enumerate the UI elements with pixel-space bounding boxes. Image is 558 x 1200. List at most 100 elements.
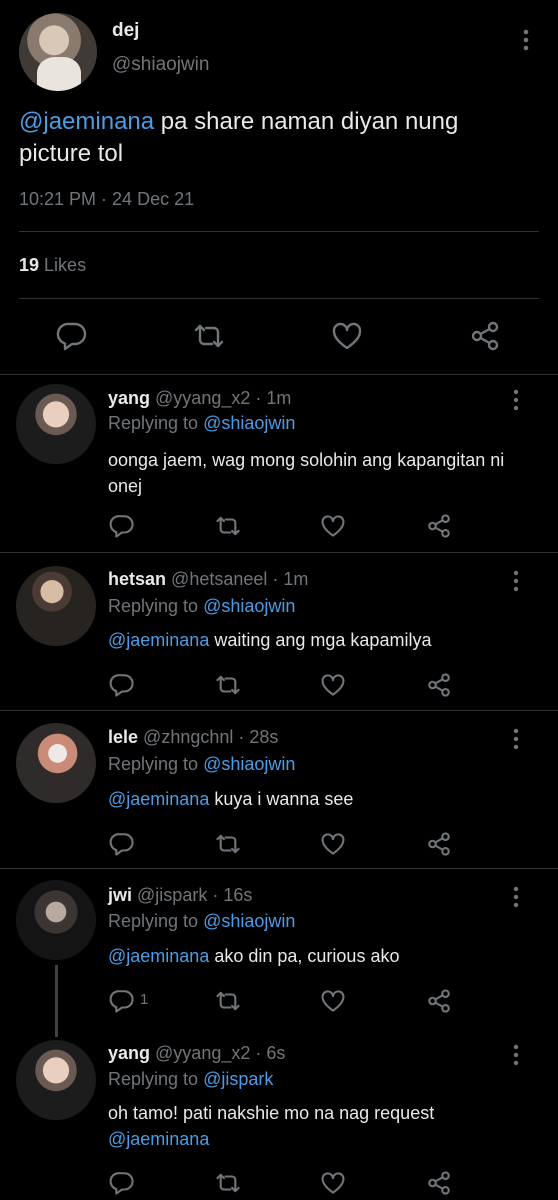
reply-icon[interactable] — [106, 669, 138, 701]
display-name[interactable]: yang — [108, 1043, 150, 1063]
share-icon[interactable] — [423, 510, 455, 542]
handle[interactable]: @zhngchnl — [143, 727, 233, 747]
timestamp[interactable]: 10:21 PM · 24 Dec 21 — [19, 189, 194, 210]
replying-to: Replying to @jispark — [108, 1069, 273, 1090]
reply-tweet[interactable]: hetsan @hetsaneel · 1m Replying to @shia… — [0, 553, 558, 710]
more-vertical-icon[interactable] — [508, 569, 524, 593]
avatar[interactable] — [16, 384, 96, 464]
mention-link[interactable]: @jaeminana — [19, 108, 154, 135]
tweet-text: @jaeminana pa share naman diyan nung pic… — [19, 106, 529, 170]
replying-prefix: Replying to — [108, 413, 204, 433]
handle[interactable]: @jispark — [137, 885, 207, 905]
reply-text: oh tamo! pati nakshie mo na nag request @… — [108, 1100, 528, 1152]
reply-tweet[interactable]: lele @zhngchnl · 28s Replying to @shiaoj… — [0, 711, 558, 868]
replying-to: Replying to @shiaojwin — [108, 754, 295, 775]
replying-prefix: Replying to — [108, 754, 204, 774]
heart-icon[interactable] — [317, 985, 349, 1017]
replying-to: Replying to @shiaojwin — [108, 596, 295, 617]
heart-icon[interactable] — [317, 510, 349, 542]
mention-link[interactable]: @jaeminana — [108, 946, 209, 966]
retweet-icon[interactable] — [212, 1167, 244, 1199]
reply-text: @jaeminana waiting ang mga kapamilya — [108, 627, 528, 653]
reply-icon[interactable] — [106, 1167, 138, 1199]
display-name[interactable]: dej — [112, 20, 139, 42]
avatar[interactable] — [19, 13, 97, 91]
avatar[interactable] — [16, 723, 96, 803]
reply-header: hetsan @hetsaneel · 1m — [108, 569, 308, 590]
replying-to: Replying to @shiaojwin — [108, 911, 295, 932]
handle[interactable]: @hetsaneel — [171, 569, 267, 589]
reply-time: · 28s — [233, 727, 279, 747]
heart-icon[interactable] — [317, 669, 349, 701]
more-vertical-icon[interactable] — [508, 388, 524, 412]
display-name[interactable]: yang — [108, 388, 150, 408]
avatar[interactable] — [16, 566, 96, 646]
reply-icon[interactable] — [106, 828, 138, 860]
reply-header: yang @yyang_x2 · 6s — [108, 1043, 285, 1064]
more-vertical-icon[interactable] — [518, 28, 534, 52]
more-vertical-icon[interactable] — [508, 727, 524, 751]
reply-text: oonga jaem, wag mong solohin ang kapangi… — [108, 450, 505, 496]
reply-icon[interactable] — [106, 510, 138, 542]
likes-stat[interactable]: 19 Likes — [19, 255, 86, 276]
handle[interactable]: @shiaojwin — [112, 54, 209, 76]
more-vertical-icon[interactable] — [508, 885, 524, 909]
action-bar — [0, 316, 558, 358]
handle[interactable]: @yyang_x2 — [155, 1043, 250, 1063]
reply-body: oh tamo! pati nakshie mo na nag request — [108, 1103, 435, 1123]
avatar[interactable] — [16, 1040, 96, 1120]
heart-icon[interactable] — [327, 316, 367, 356]
avatar[interactable] — [16, 880, 96, 960]
reply-header: jwi @jispark · 16s — [108, 885, 252, 906]
share-icon[interactable] — [465, 316, 505, 356]
heart-icon[interactable] — [317, 1167, 349, 1199]
retweet-icon[interactable] — [212, 510, 244, 542]
reply-body: waiting ang mga kapamilya — [209, 630, 432, 650]
display-name[interactable]: hetsan — [108, 569, 166, 589]
reply-tweet[interactable]: jwi @jispark · 16s Replying to @shiaojwi… — [0, 869, 558, 1026]
replying-to-link[interactable]: @shiaojwin — [203, 754, 295, 774]
retweet-icon[interactable] — [212, 985, 244, 1017]
mention-link[interactable]: @jaeminana — [108, 1129, 209, 1149]
share-icon[interactable] — [423, 1167, 455, 1199]
reply-count: 1 — [140, 991, 149, 1008]
reply-tweet[interactable]: yang @yyang_x2 · 1m Replying to @shiaojw… — [0, 375, 558, 552]
mention-link[interactable]: @jaeminana — [108, 789, 209, 809]
reply-header: yang @yyang_x2 · 1m — [108, 388, 291, 409]
replying-to: Replying to @shiaojwin — [108, 413, 295, 434]
replying-prefix: Replying to — [108, 911, 204, 931]
heart-icon[interactable] — [317, 828, 349, 860]
reply-time: · 1m — [250, 388, 292, 408]
likes-count: 19 — [19, 255, 40, 275]
replying-prefix: Replying to — [108, 596, 204, 616]
display-name[interactable]: lele — [108, 727, 138, 747]
retweet-icon[interactable] — [212, 828, 244, 860]
share-icon[interactable] — [423, 828, 455, 860]
reply-body: kuya i wanna see — [209, 789, 354, 809]
retweet-icon[interactable] — [189, 316, 229, 356]
reply-tweet[interactable]: yang @yyang_x2 · 6s Replying to @jispark… — [0, 1027, 558, 1200]
reply-time: · 1m — [267, 569, 309, 589]
reply-icon[interactable] — [106, 985, 138, 1017]
replying-to-link[interactable]: @jispark — [203, 1069, 273, 1089]
share-icon[interactable] — [423, 985, 455, 1017]
share-icon[interactable] — [423, 669, 455, 701]
reply-text: @jaeminana ako din pa, curious ako — [108, 943, 528, 969]
retweet-icon[interactable] — [212, 669, 244, 701]
handle[interactable]: @yyang_x2 — [155, 388, 250, 408]
replying-to-link[interactable]: @shiaojwin — [203, 911, 295, 931]
likes-label: Likes — [44, 255, 87, 275]
replying-to-link[interactable]: @shiaojwin — [203, 596, 295, 616]
divider — [19, 231, 539, 232]
reply-time: · 16s — [207, 885, 253, 905]
main-tweet: dej @shiaojwin @jaeminana pa share naman… — [0, 0, 558, 375]
divider — [19, 298, 539, 299]
replying-to-link[interactable]: @shiaojwin — [203, 413, 295, 433]
display-name[interactable]: jwi — [108, 885, 132, 905]
reply-text: @jaeminana kuya i wanna see — [108, 786, 528, 812]
replying-prefix: Replying to — [108, 1069, 204, 1089]
reply-icon[interactable] — [52, 316, 92, 356]
more-vertical-icon[interactable] — [508, 1043, 524, 1067]
mention-link[interactable]: @jaeminana — [108, 630, 209, 650]
reply-time: · 6s — [250, 1043, 286, 1063]
